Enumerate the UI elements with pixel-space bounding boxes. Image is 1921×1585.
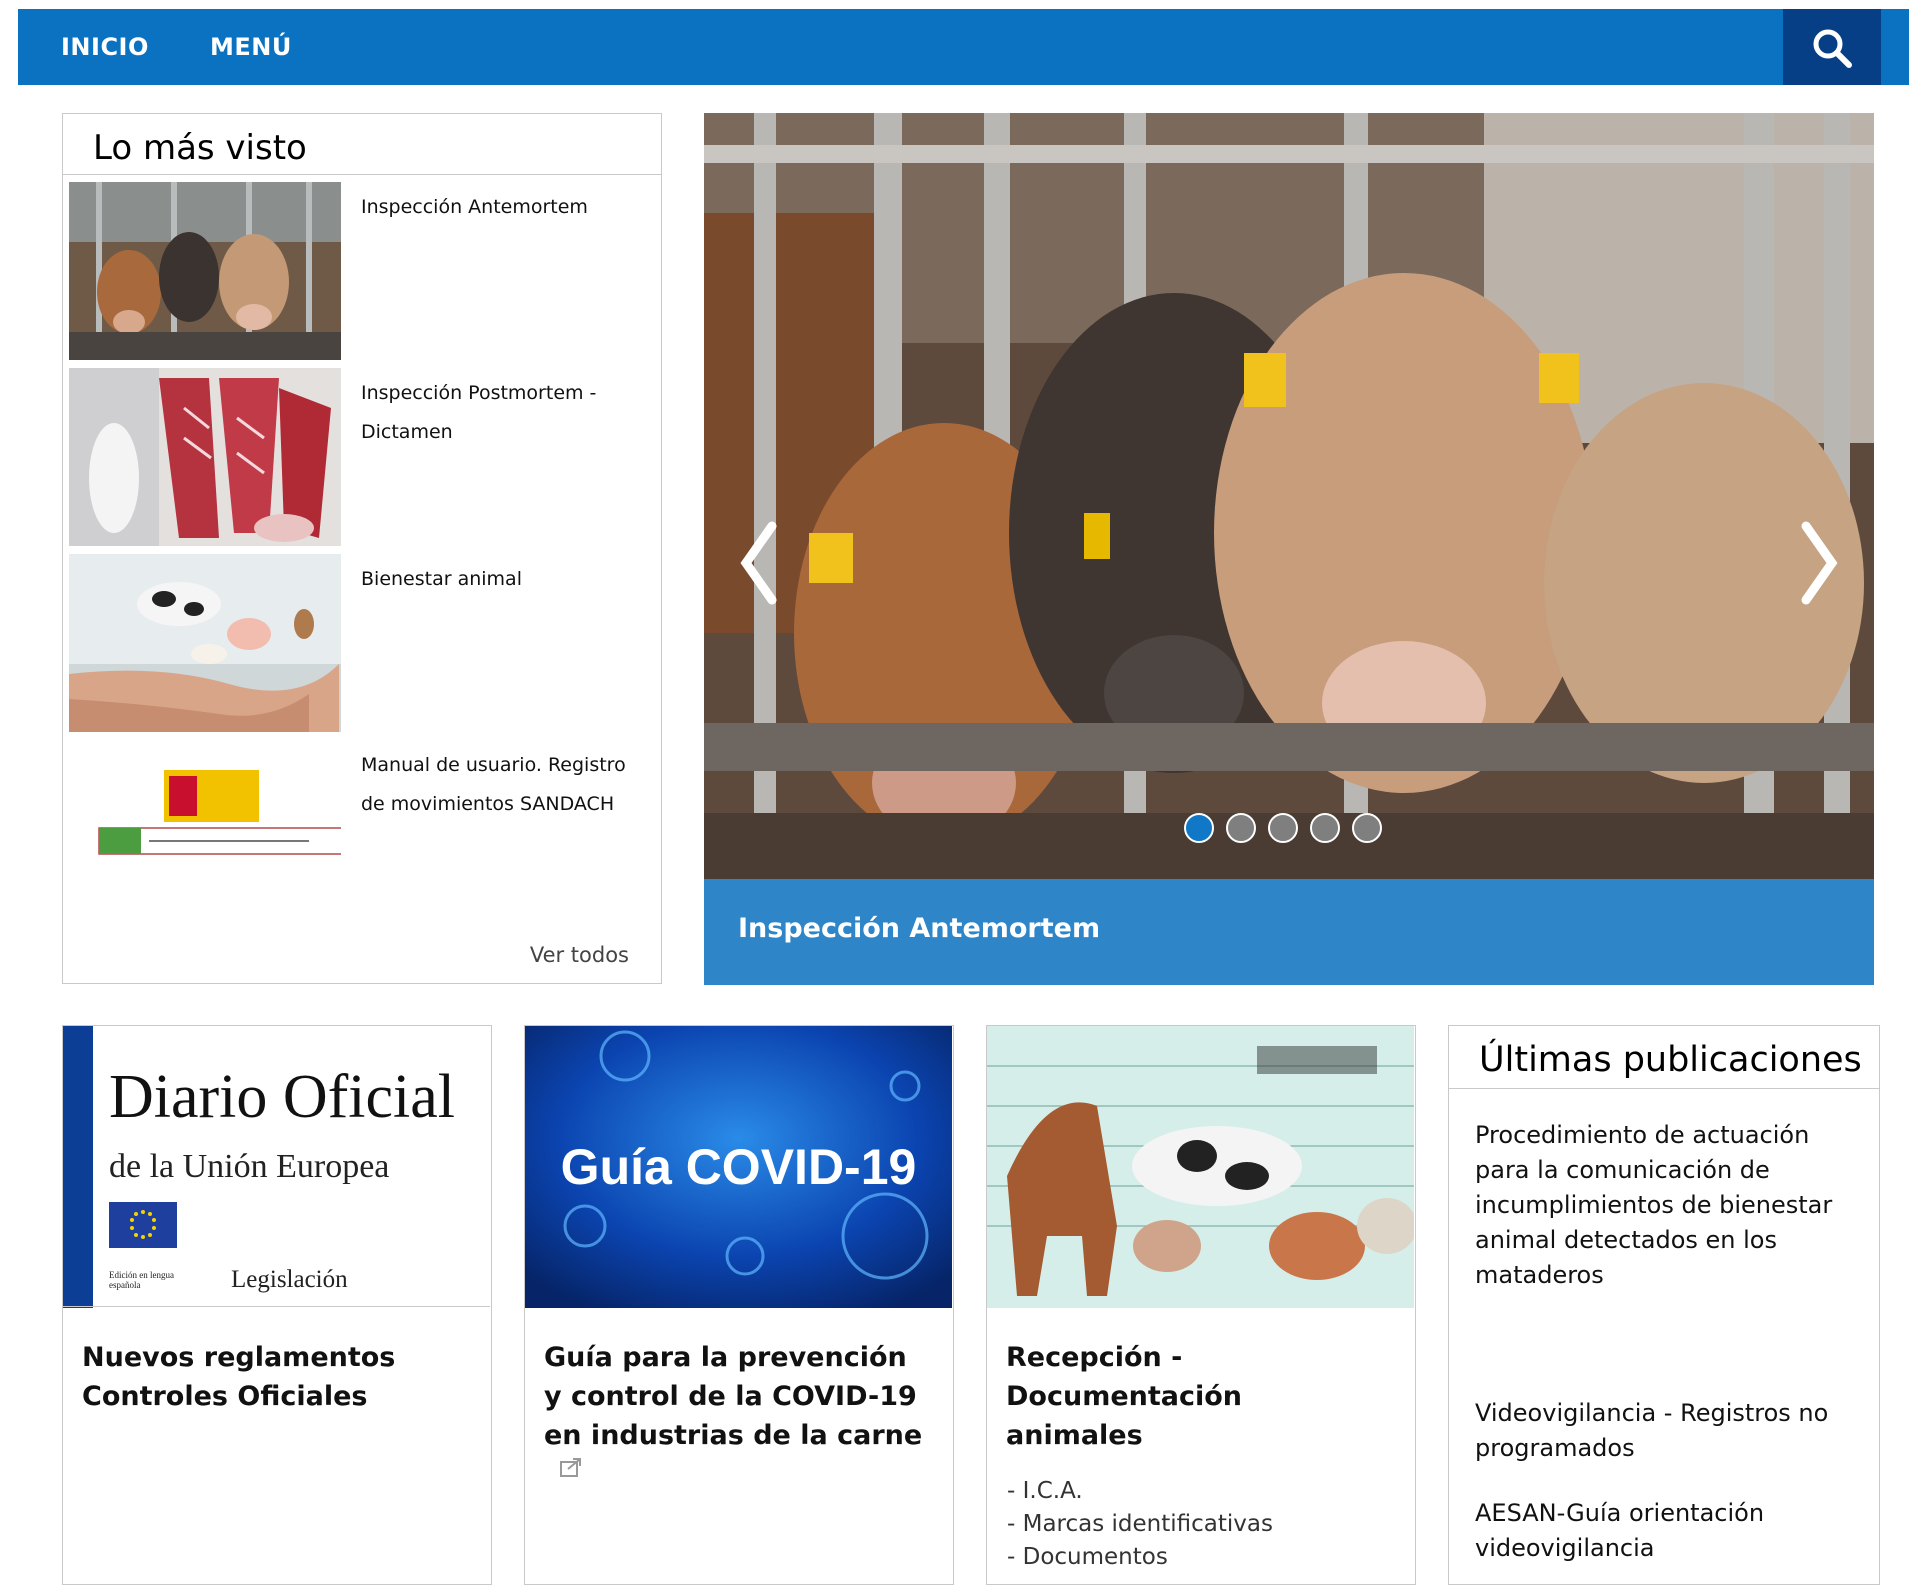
link-documentos[interactable]: - Documentos [1007,1541,1168,1574]
most-viewed-item-postmortem[interactable]: Inspección Postmortem - Dictamen [69,368,654,550]
search-button[interactable] [1783,9,1881,85]
publication-link[interactable]: AESAN-Guía orientación videovigilancia [1475,1496,1855,1566]
calves-thumbnail [69,182,341,360]
card-title[interactable]: Nuevos reglamentos Controles Oficiales [82,1338,462,1416]
most-viewed-item-bienestar[interactable]: Bienestar animal [69,554,654,736]
slide-dot-1[interactable] [1184,813,1214,843]
share-icon[interactable] [559,1456,583,1478]
eu-flag-icon [109,1202,177,1248]
card-guia-covid: Guía COVID-19 Guía para la prevención y … [524,1025,954,1585]
hero-image-calves[interactable] [704,113,1874,879]
slide-dot-2[interactable] [1226,813,1256,843]
most-viewed-item-label: Manual de usuario. Registro de movimient… [361,754,626,815]
most-viewed-panel: Lo más visto Inspección Antemortem Inspe… [62,113,662,984]
latest-publications-panel: Últimas publicaciones Procedimiento de a… [1448,1025,1880,1585]
animals-in-hands-thumbnail [69,554,341,732]
hero-caption-link[interactable]: Inspección Antemortem [738,913,1100,944]
most-viewed-item-antemortem[interactable]: Inspección Antemortem [69,182,654,364]
diario-oficial-heading: Diario Oficial [109,1063,456,1131]
publication-link[interactable]: Procedimiento de actuación para la comun… [1475,1118,1855,1293]
covid-guide-image[interactable]: Guía COVID-19 [525,1026,952,1308]
sandach-manual-thumbnail [69,740,341,918]
nav-menu-link[interactable]: MENÚ [210,9,292,85]
link-marcas-identificativas[interactable]: - Marcas identificativas [1007,1508,1273,1541]
most-viewed-item-label: Bienestar animal [361,568,522,590]
diario-oficial-subheading: de la Unión Europea [109,1148,390,1185]
chevron-right-icon[interactable] [1794,518,1844,608]
divider [63,174,661,175]
card-nuevos-reglamentos: Diario Oficial de la Unión Europea Edici… [62,1025,492,1585]
card-title[interactable]: Recepción - Documentación animales [1006,1338,1386,1455]
slide-dot-3[interactable] [1268,813,1298,843]
search-icon [1813,29,1852,68]
legislacion-label: Legislación [231,1266,348,1293]
chevron-left-icon[interactable] [734,518,784,608]
top-nav-bar: INICIO MENÚ [18,9,1909,85]
diario-oficial-image[interactable]: Diario Oficial de la Unión Europea Edici… [63,1026,490,1308]
nav-home-link[interactable]: INICIO [61,9,149,85]
card-title[interactable]: Guía para la prevención y control de la … [544,1338,924,1455]
most-viewed-item-sandach[interactable]: Manual de usuario. Registro de movimient… [69,740,654,922]
edition-note: Edición en lengua española [109,1270,174,1290]
animal-documents-image[interactable] [987,1026,1414,1308]
most-viewed-title: Lo más visto [93,128,307,168]
slide-dot-5[interactable] [1352,813,1382,843]
latest-publications-title: Últimas publicaciones [1479,1040,1862,1080]
card-recepcion-documentacion: Recepción - Documentación animales - I.C… [986,1025,1416,1585]
most-viewed-item-label: Inspección Antemortem [361,196,588,218]
slide-dot-4[interactable] [1310,813,1340,843]
most-viewed-item-label: Inspección Postmortem - Dictamen [361,382,597,443]
hero-slider: Inspección Antemortem [704,113,1874,985]
carcass-thumbnail [69,368,341,546]
link-ica[interactable]: - I.C.A. [1007,1475,1083,1508]
publication-link[interactable]: Videovigilancia - Registros no programad… [1475,1396,1855,1466]
divider [1449,1088,1879,1089]
covid-guide-heading: Guía COVID-19 [560,1139,917,1195]
see-all-link[interactable]: Ver todos [530,943,629,967]
